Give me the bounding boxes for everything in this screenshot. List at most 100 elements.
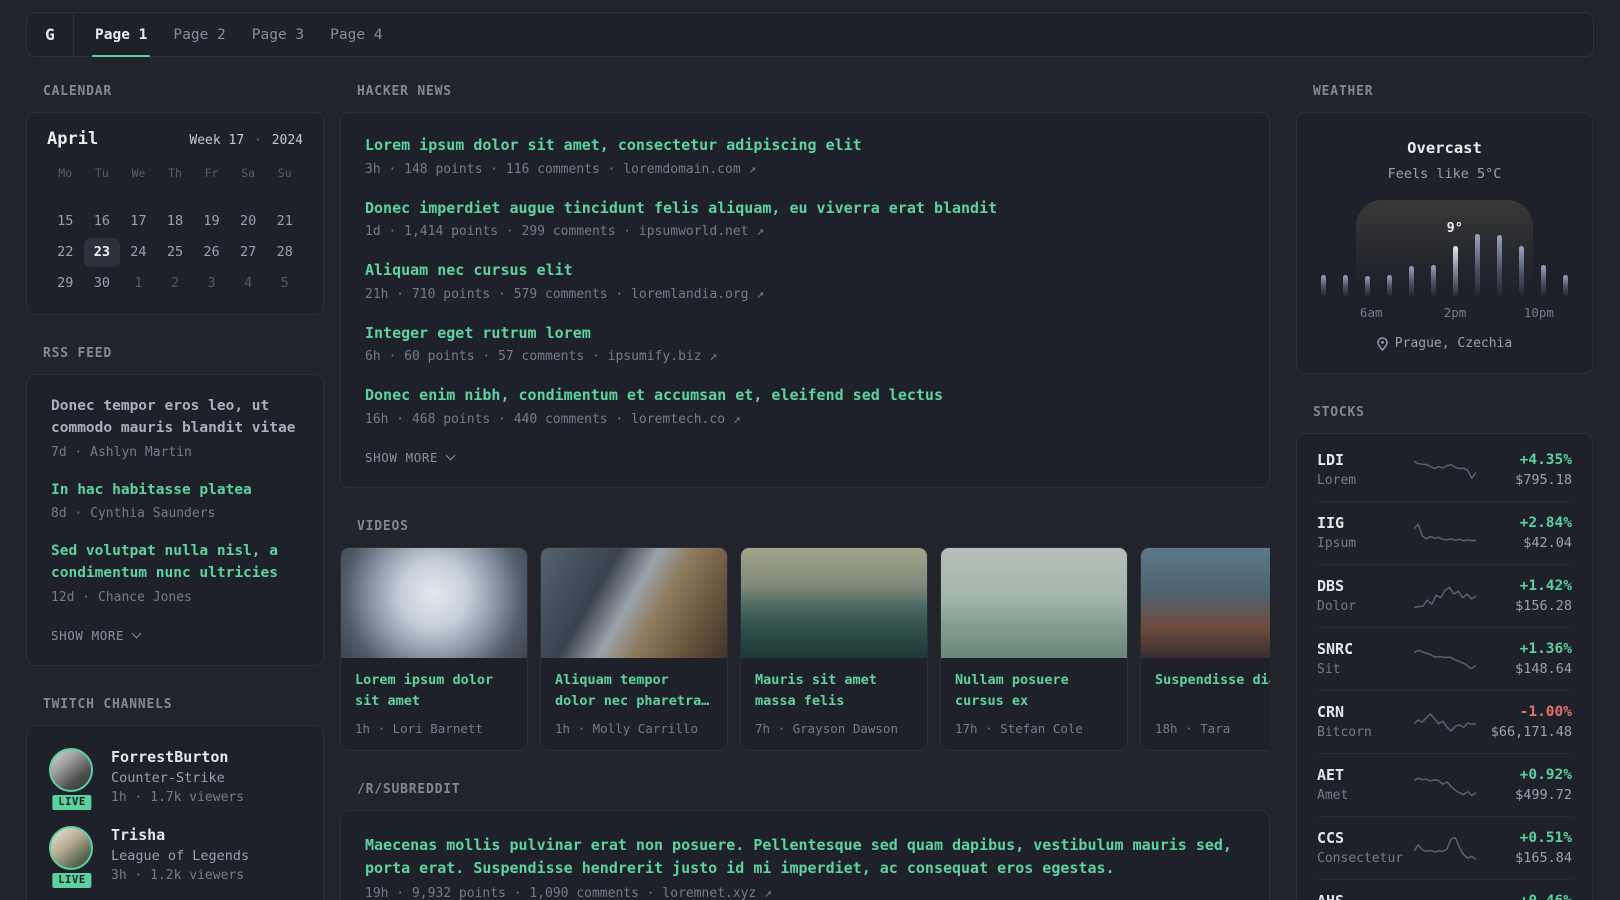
stock-row[interactable]: AHS +0.46% — [1317, 879, 1572, 900]
weather-bar — [1475, 234, 1480, 296]
hackernews-item-title[interactable]: Donec enim nibh, condimentum et accumsan… — [365, 384, 1245, 407]
twitch-channel-name[interactable]: Trisha — [111, 826, 249, 844]
left-column: CALENDAR April Week 17 · 2024 Mo Tu We T… — [26, 84, 324, 900]
page-tab[interactable]: Page 2 — [160, 13, 238, 56]
hackernews-item-title[interactable]: Donec imperdiet augue tincidunt felis al… — [365, 197, 1245, 220]
rss-item-title[interactable]: Sed volutpat nulla nisl, a condimentum n… — [51, 541, 299, 585]
stock-row[interactable]: CRN Bitcorn -1.00% $66,171.48 — [1317, 690, 1572, 753]
video-title[interactable]: Aliquam tempor dolor nec pharetra… — [555, 670, 713, 713]
video-card[interactable]: Mauris sit amet massa felis 7h · Grayson… — [740, 546, 928, 751]
calendar-header: April Week 17 · 2024 — [47, 129, 303, 149]
weather-condition: Overcast — [1407, 139, 1482, 157]
rss-show-more-label: SHOW MORE — [51, 627, 125, 643]
weather-bar — [1409, 266, 1414, 296]
rss-section: RSS FEED Donec tempor eros leo, ut commo… — [26, 346, 324, 666]
stock-change: +0.51% — [1519, 829, 1572, 846]
videos-section: VIDEOS Lorem ipsum dolor sit amet consec… — [340, 519, 1270, 751]
hackernews-item-title[interactable]: Aliquam nec cursus elit — [365, 259, 1245, 282]
stock-row[interactable]: IIG Ipsum +2.84% $42.04 — [1317, 501, 1572, 564]
video-meta: 7h · Grayson Dawson — [755, 720, 898, 736]
stock-symbol: DBS — [1317, 577, 1345, 595]
hackernews-item-meta: 21h · 710 points · 579 comments · loreml… — [365, 286, 765, 302]
stock-change: +0.46% — [1476, 893, 1572, 900]
stock-symbol: CRN — [1317, 703, 1345, 721]
calendar-year: 2024 — [271, 133, 303, 148]
calendar-weekday-row: Mo Tu We Th Fr Sa Su — [47, 166, 303, 190]
video-title[interactable]: Lorem ipsum dolor sit amet consectetu… — [355, 670, 513, 713]
weather-time-label: 6am — [1359, 305, 1383, 320]
stock-change: +1.42% — [1519, 577, 1572, 594]
video-thumbnail[interactable] — [341, 547, 527, 658]
hackernews-show-more-button[interactable]: SHOW MORE — [365, 450, 456, 465]
weather-bar — [1563, 275, 1568, 296]
stock-row[interactable]: SNRC Sit +1.36% $148.64 — [1317, 627, 1572, 690]
weather-time-label: 2pm — [1443, 305, 1467, 320]
calendar-separator: · — [254, 133, 262, 148]
hackernews-item-title[interactable]: Lorem ipsum dolor sit amet, consectetur … — [365, 134, 1245, 157]
video-card[interactable]: Nullam posuere cursus ex 17h · Stefan Co… — [940, 546, 1128, 751]
video-title[interactable]: Nullam posuere cursus ex — [955, 670, 1113, 713]
page-tab[interactable]: Page 4 — [317, 13, 395, 56]
hackernews-item: Donec enim nibh, condimentum et accumsan… — [365, 384, 1245, 427]
calendar-month: April — [47, 129, 99, 149]
subreddit-card: Maecenas mollis pulvinar erat non posuer… — [340, 809, 1270, 900]
page-tab[interactable]: Page 1 — [82, 13, 160, 57]
rss-item-meta: 12d · Chance Jones — [51, 589, 192, 605]
stocks-section-title: STOCKS — [1313, 405, 1365, 420]
live-badge: LIVE — [49, 869, 95, 891]
stock-identity: IIG Ipsum — [1317, 514, 1413, 551]
calendar-day: 15 — [57, 213, 74, 229]
stock-row[interactable]: CCS Consectetur +0.51% $165.84 — [1317, 816, 1572, 879]
weather-bar — [1453, 246, 1458, 296]
subreddit-post-title[interactable]: Maecenas mollis pulvinar erat non posuer… — [365, 834, 1245, 881]
video-title[interactable]: Suspendisse diam — [1155, 670, 1270, 713]
video-card[interactable]: Aliquam tempor dolor nec pharetra… 1h · … — [540, 546, 728, 751]
stock-change: +0.92% — [1519, 766, 1572, 783]
video-thumbnail[interactable] — [541, 547, 727, 658]
app-logo[interactable]: G — [27, 13, 74, 56]
stock-numbers: +0.92% $499.72 — [1476, 767, 1572, 803]
rss-item-title[interactable]: In hac habitasse platea — [51, 480, 299, 502]
page-tab[interactable]: Page 3 — [239, 13, 317, 56]
calendar-day: 19 — [203, 213, 220, 229]
stocks-section: STOCKS LDI Lorem +4.35% $795.18 IIG Ipsu… — [1296, 405, 1593, 900]
page-tabs: Page 1 Page 2 Page 3 Page 4 — [82, 13, 396, 57]
stock-row[interactable]: LDI Lorem +4.35% $795.18 — [1317, 439, 1572, 501]
hackernews-item-meta: 6h · 60 points · 57 comments · ipsumify.… — [365, 349, 718, 364]
stock-row[interactable]: AET Amet +0.92% $499.72 — [1317, 753, 1572, 816]
hackernews-item-title[interactable]: Integer eget rutrum lorem — [365, 322, 1245, 345]
video-card[interactable]: Suspendisse diam 18h · Tara — [1140, 546, 1270, 751]
rss-show-more-button[interactable]: SHOW MORE — [51, 627, 142, 643]
stock-change: +4.35% — [1519, 451, 1572, 468]
hackernews-section-title: HACKER NEWS — [357, 84, 452, 99]
rss-item: Sed volutpat nulla nisl, a condimentum n… — [51, 541, 299, 605]
calendar-weekday: Su — [277, 166, 292, 180]
hackernews-card: Lorem ipsum dolor sit amet, consectetur … — [340, 112, 1270, 488]
daylight-band — [1355, 200, 1534, 296]
video-thumbnail[interactable] — [941, 547, 1127, 658]
video-card-body: Suspendisse diam 18h · Tara — [1141, 658, 1270, 750]
twitch-channel-name[interactable]: ForrestBurton — [111, 748, 244, 766]
weather-location-row: Prague, Czechia — [1319, 336, 1570, 351]
stock-numbers: +0.51% $165.84 — [1476, 830, 1572, 866]
stocks-card: LDI Lorem +4.35% $795.18 IIG Ipsum +2.84… — [1296, 433, 1593, 900]
weather-bar — [1387, 275, 1392, 296]
video-thumbnail[interactable] — [1141, 547, 1270, 658]
twitch-channel-row[interactable]: LIVE ForrestBurton Counter-Strike 1h · 1… — [49, 747, 301, 813]
twitch-channel-row[interactable]: LIVE Trisha League of Legends 3h · 1.2k … — [49, 825, 301, 891]
stock-price: $66,171.48 — [1490, 723, 1572, 740]
calendar-day: 4 — [244, 275, 253, 291]
stock-change: -1.00% — [1519, 703, 1572, 720]
subreddit-post-meta: 19h · 9,932 points · 1,090 comments · lo… — [365, 886, 772, 900]
stock-row[interactable]: DBS Dolor +1.42% $156.28 — [1317, 564, 1572, 627]
stock-numbers: -1.00% $66,171.48 — [1476, 704, 1572, 740]
video-title[interactable]: Mauris sit amet massa felis — [755, 670, 913, 713]
video-thumbnail[interactable] — [741, 547, 927, 658]
stock-chart-cell — [1413, 454, 1476, 486]
video-meta: 1h · Lori Barnett — [355, 720, 483, 736]
stock-numbers: +4.35% $795.18 — [1476, 452, 1572, 488]
rss-card: Donec tempor eros leo, ut commodo mauris… — [26, 374, 324, 666]
video-card[interactable]: Lorem ipsum dolor sit amet consectetu… 1… — [340, 546, 528, 751]
video-card-body: Mauris sit amet massa felis 7h · Grayson… — [741, 658, 927, 750]
rss-item-title[interactable]: Donec tempor eros leo, ut commodo mauris… — [51, 396, 299, 440]
